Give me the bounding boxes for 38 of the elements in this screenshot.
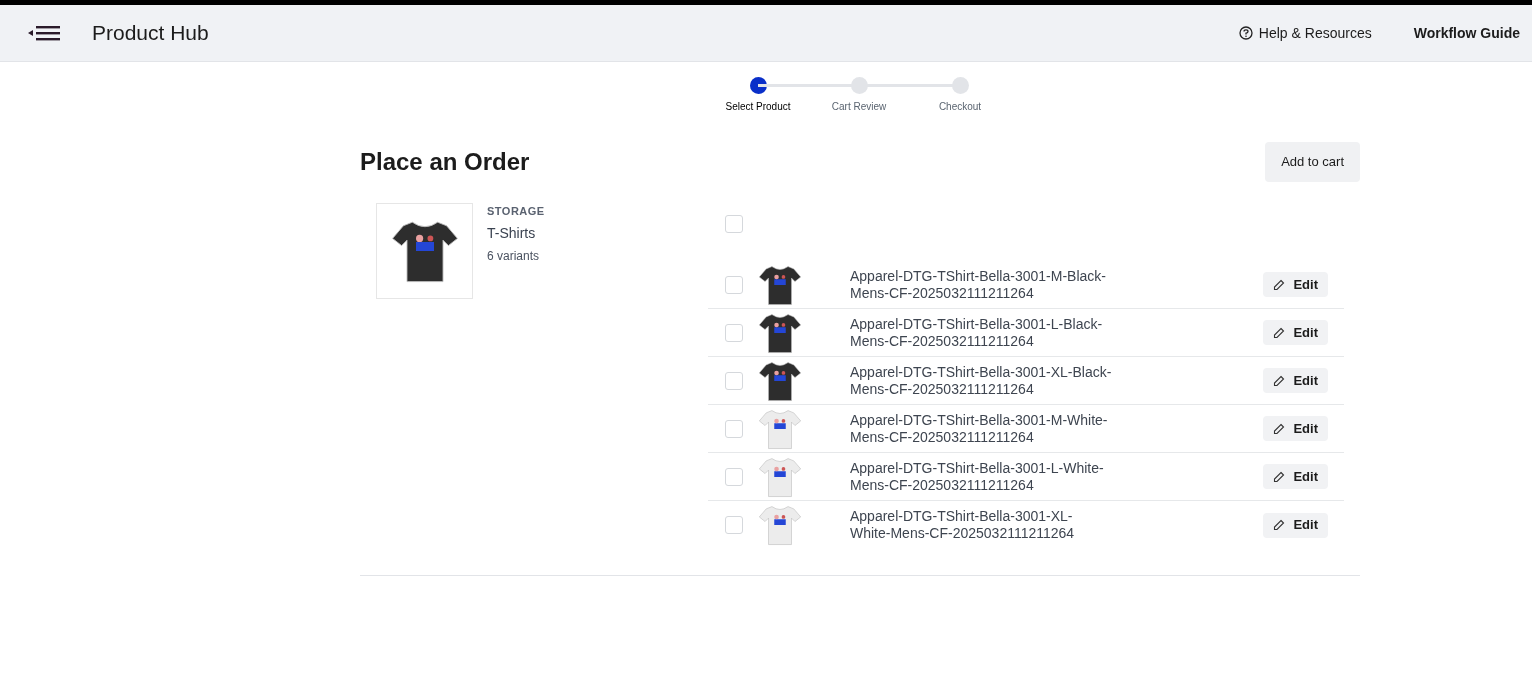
edit-button[interactable]: Edit bbox=[1263, 512, 1328, 538]
step-label: Select Product bbox=[725, 100, 791, 114]
app-title: Product Hub bbox=[92, 20, 209, 47]
variant-name: Apparel-DTG-TShirt-Bella-3001-M-Black-Mens-CF-2025032111211264 bbox=[850, 267, 1107, 302]
menu-icon[interactable] bbox=[28, 23, 62, 43]
pencil-icon bbox=[1273, 470, 1286, 483]
variant-name: Apparel-DTG-TShirt-Bella-3001-L-White-Mens-CF-2025032111211264 bbox=[850, 459, 1105, 494]
variant-name: Apparel-DTG-TShirt-Bella-3001-L-Black-Mens-CF-2025032111211264 bbox=[850, 315, 1104, 350]
edit-button[interactable]: Edit bbox=[1263, 320, 1328, 345]
edit-button[interactable]: Edit bbox=[1263, 272, 1328, 297]
variant-name: Apparel-DTG-TShirt-Bella-3001-XL-Black-Mens-CF-2025032111211264 bbox=[850, 363, 1112, 398]
pencil-icon bbox=[1273, 326, 1286, 339]
checkbox[interactable] bbox=[725, 323, 743, 342]
checkbox[interactable] bbox=[725, 215, 743, 233]
edit-button[interactable]: Edit bbox=[1263, 416, 1328, 441]
checkbox[interactable] bbox=[725, 467, 743, 486]
product-name: T-Shirts bbox=[487, 223, 537, 243]
variant-name: Apparel-DTG-TShirt-Bella-3001-XL-White-Mens-CF-2025032111211264 bbox=[850, 508, 1076, 542]
pencil-icon bbox=[1273, 519, 1286, 531]
checkbox[interactable] bbox=[725, 371, 743, 390]
guide-link[interactable]: Workflow Guide bbox=[1413, 22, 1520, 44]
step-label: Checkout bbox=[938, 100, 982, 114]
checkbox[interactable] bbox=[725, 419, 743, 438]
checkbox[interactable] bbox=[725, 275, 743, 294]
pencil-icon bbox=[1273, 278, 1286, 291]
edit-button[interactable]: Edit bbox=[1263, 464, 1328, 489]
add-to-cart-button[interactable]: Add to cart bbox=[1265, 142, 1360, 182]
variant-name: Apparel-DTG-TShirt-Bella-3001-M-White-Mens-CF-2025032111211264 bbox=[850, 411, 1109, 446]
page-title: Place an Order bbox=[360, 147, 530, 177]
help-link[interactable]: Help & Resources bbox=[1238, 22, 1372, 44]
step-label: Cart Review bbox=[831, 100, 887, 114]
pencil-icon bbox=[1273, 422, 1286, 435]
variant-count: 6 variants bbox=[487, 247, 541, 265]
checkbox[interactable] bbox=[725, 516, 743, 534]
help-icon bbox=[1238, 26, 1253, 40]
edit-button[interactable]: Edit bbox=[1263, 368, 1328, 393]
pencil-icon bbox=[1273, 374, 1286, 387]
product-category: STORAGE bbox=[487, 204, 545, 219]
